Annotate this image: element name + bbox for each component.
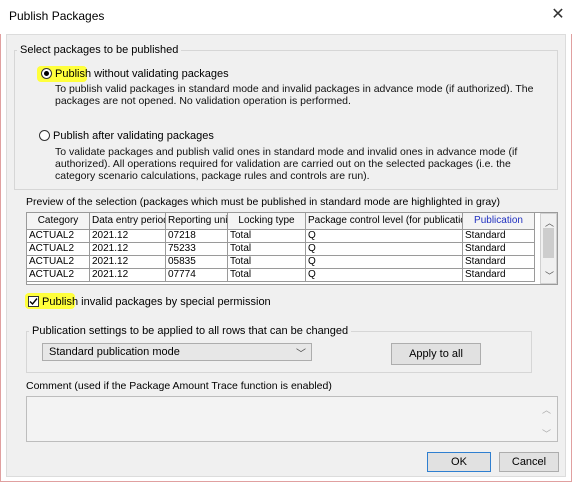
cell-reporting-unit: 07218 bbox=[165, 229, 228, 243]
column-header-category[interactable]: Category bbox=[26, 212, 90, 230]
table-row[interactable]: ACTUAL2 2021.12 05835 Total Q Standard bbox=[26, 255, 535, 269]
close-icon[interactable]: ✕ bbox=[549, 5, 567, 25]
column-header-package-control-level[interactable]: Package control level (for publication) bbox=[305, 212, 463, 230]
publication-mode-value: Standard publication mode bbox=[49, 346, 180, 358]
window-title: Publish Packages bbox=[9, 9, 105, 23]
cell-locking-type: Total bbox=[227, 242, 306, 256]
cell-period: 2021.12 bbox=[89, 268, 166, 282]
radio-publish-without-validating[interactable] bbox=[41, 68, 52, 79]
comment-textarea[interactable]: ︿ ﹀ bbox=[26, 396, 558, 442]
scroll-down-icon[interactable]: ﹀ bbox=[542, 427, 551, 440]
chevron-down-icon: ﹀ bbox=[296, 349, 306, 360]
cell-category: ACTUAL2 bbox=[26, 268, 90, 282]
option1-label-rest: without validating packages bbox=[91, 68, 229, 80]
radio-publish-after-validating[interactable] bbox=[39, 130, 50, 141]
cell-publication[interactable]: Standard bbox=[462, 242, 535, 256]
preview-label: Preview of the selection (packages which… bbox=[26, 196, 500, 208]
radio-selected-dot bbox=[44, 71, 49, 76]
table-scrollbar[interactable]: ︿ ﹀ bbox=[540, 213, 557, 284]
publication-mode-select[interactable]: Standard publication mode ﹀ bbox=[42, 343, 312, 361]
cell-control-level: Q bbox=[305, 268, 463, 282]
cancel-button[interactable]: Cancel bbox=[499, 452, 559, 472]
cell-period: 2021.12 bbox=[89, 242, 166, 256]
special-permission-label[interactable]: Publish invalid packages by special perm… bbox=[42, 296, 271, 308]
column-header-publication[interactable]: Publication bbox=[462, 212, 535, 230]
title-bar: Publish Packages ✕ bbox=[0, 0, 572, 34]
column-header-reporting-unit[interactable]: Reporting unit bbox=[165, 212, 228, 230]
table-header-row: Category Data entry period Reporting uni… bbox=[26, 212, 535, 230]
column-header-locking-type[interactable]: Locking type bbox=[227, 212, 306, 230]
cell-category: ACTUAL2 bbox=[26, 229, 90, 243]
option1-label[interactable]: Publish without validating packages bbox=[55, 68, 229, 80]
cell-locking-type: Total bbox=[227, 268, 306, 282]
cell-locking-type: Total bbox=[227, 229, 306, 243]
table-row[interactable]: ACTUAL2 2021.12 07774 Total Q Standard bbox=[26, 268, 535, 282]
apply-to-all-button[interactable]: Apply to all bbox=[391, 343, 481, 365]
cell-period: 2021.12 bbox=[89, 255, 166, 269]
cell-reporting-unit: 75233 bbox=[165, 242, 228, 256]
cell-publication[interactable]: Standard bbox=[462, 229, 535, 243]
cell-reporting-unit: 05835 bbox=[165, 255, 228, 269]
checkmark-icon bbox=[29, 298, 38, 306]
special-permission-rest: invalid packages by special permission bbox=[78, 296, 271, 308]
scrollbar-thumb[interactable] bbox=[543, 228, 554, 258]
cell-category: ACTUAL2 bbox=[26, 242, 90, 256]
cell-control-level: Q bbox=[305, 242, 463, 256]
cell-control-level: Q bbox=[305, 229, 463, 243]
scroll-up-icon[interactable]: ︿ bbox=[542, 403, 551, 416]
comment-label: Comment (used if the Package Amount Trac… bbox=[26, 380, 332, 392]
cell-period: 2021.12 bbox=[89, 229, 166, 243]
cell-locking-type: Total bbox=[227, 255, 306, 269]
select-packages-label: Select packages to be published bbox=[17, 44, 182, 56]
special-permission-highlight: Publish bbox=[42, 296, 79, 308]
option1-description: To publish valid packages in standard mo… bbox=[55, 83, 534, 107]
preview-table: Category Data entry period Reporting uni… bbox=[26, 212, 535, 282]
cell-publication[interactable]: Standard bbox=[462, 255, 535, 269]
column-header-data-entry-period[interactable]: Data entry period bbox=[89, 212, 166, 230]
cell-control-level: Q bbox=[305, 255, 463, 269]
table-row[interactable]: ACTUAL2 2021.12 75233 Total Q Standard bbox=[26, 242, 535, 256]
cell-reporting-unit: 07774 bbox=[165, 268, 228, 282]
option1-label-highlight: Publish bbox=[55, 68, 92, 80]
option2-label[interactable]: Publish after validating packages bbox=[53, 130, 214, 142]
cell-publication[interactable]: Standard bbox=[462, 268, 535, 282]
table-row[interactable]: ACTUAL2 2021.12 07218 Total Q Standard bbox=[26, 229, 535, 243]
cell-category: ACTUAL2 bbox=[26, 255, 90, 269]
publication-settings-label: Publication settings to be applied to al… bbox=[29, 325, 352, 337]
scroll-down-icon[interactable]: ﹀ bbox=[545, 269, 554, 282]
special-permission-checkbox[interactable] bbox=[28, 296, 39, 307]
option2-description: To validate packages and publish valid o… bbox=[55, 146, 518, 182]
ok-button[interactable]: OK bbox=[427, 452, 491, 472]
